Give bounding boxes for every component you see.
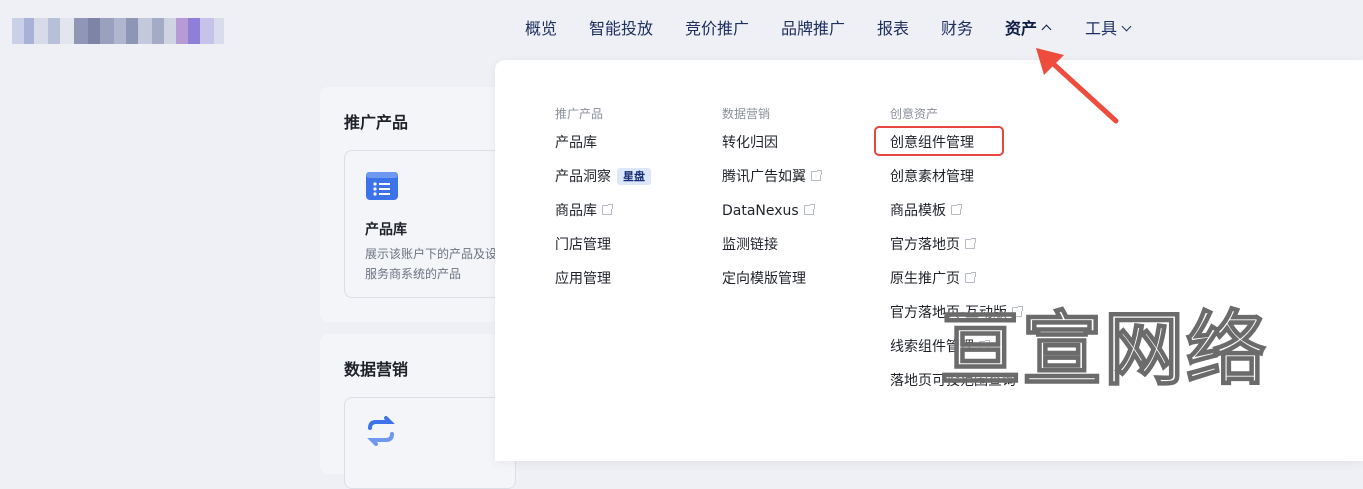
menu-item-commodity-library[interactable]: 商品库 — [555, 202, 613, 220]
menu-item-tencent-ruyi[interactable]: 腾讯广告如翼 — [722, 168, 822, 186]
menu-item-monitor-link[interactable]: 监测链接 — [722, 236, 778, 254]
external-link-icon — [811, 170, 822, 181]
product-library-desc-2: 服务商系统的产品 — [365, 267, 462, 281]
data-marketing-card: 数据营销 — [320, 334, 516, 489]
chevron-up-icon — [1041, 24, 1052, 35]
menu-column-data-marketing: 数据营销 — [722, 106, 770, 122]
nav-smart-delivery[interactable]: 智能投放 — [589, 19, 653, 39]
nav-overview[interactable]: 概览 — [525, 19, 557, 39]
product-library-desc-1: 展示该账户下的产品及设 — [365, 247, 498, 261]
external-link-icon — [803, 204, 815, 215]
sync-arrows-icon — [367, 416, 395, 446]
menu-item-landing-scope-query[interactable]: 落地页可投范围查询 — [890, 372, 1016, 390]
menu-item-creative-material[interactable]: 创意素材管理 — [890, 168, 974, 186]
menu-item-app-management[interactable]: 应用管理 — [555, 270, 611, 288]
data-marketing-tile[interactable] — [344, 397, 516, 489]
top-navigation-bar: 概览 智能投放 竞价推广 品牌推广 报表 财务 资产 工具 — [0, 0, 1363, 58]
menu-item-product-template[interactable]: 商品模板 — [890, 202, 962, 220]
menu-column-creative-assets: 创意资产 — [890, 106, 938, 122]
star-badge: 星盘 — [617, 168, 651, 185]
column-title: 数据营销 — [722, 107, 771, 121]
external-link-icon — [602, 204, 613, 215]
menu-item-store-management[interactable]: 门店管理 — [555, 236, 611, 254]
highlight-box — [874, 126, 1004, 156]
assets-dropdown-menu: 推广产品 产品库 产品洞察 星盘 商品库 门店管理 应用管理 数据营销 转化归因 … — [495, 60, 1363, 461]
external-link-icon — [951, 204, 962, 215]
list-icon — [366, 172, 398, 200]
blurred-logo[interactable] — [12, 18, 238, 44]
nav-assets[interactable]: 资产 — [1005, 19, 1052, 39]
menu-item-conversion-attribution[interactable]: 转化归因 — [722, 134, 778, 152]
nav-reports[interactable]: 报表 — [877, 19, 909, 39]
menu-item-product-library[interactable]: 产品库 — [555, 134, 597, 152]
card-title: 数据营销 — [344, 360, 409, 379]
column-title: 推广产品 — [555, 107, 604, 121]
column-title: 创意资产 — [890, 107, 939, 121]
menu-item-lead-component[interactable]: 线索组件管理 — [890, 338, 990, 356]
product-library-tile[interactable]: 产品库 展示该账户下的产品及设 服务商系统的产品 — [344, 150, 516, 298]
nav-tools[interactable]: 工具 — [1085, 19, 1132, 39]
menu-item-native-promo-page[interactable]: 原生推广页 — [890, 270, 976, 288]
promo-products-card: 推广产品 产品库 展示该账户下的产品及设 服务商系统的产品 — [320, 87, 516, 322]
menu-column-promo-products: 推广产品 — [555, 106, 603, 122]
annotation-arrow-icon — [1036, 48, 1119, 124]
menu-item-datanexus[interactable]: DataNexus — [722, 202, 815, 220]
external-link-icon — [965, 238, 976, 249]
card-title: 推广产品 — [344, 113, 409, 132]
nav-finance[interactable]: 财务 — [941, 19, 973, 39]
menu-item-official-landing[interactable]: 官方落地页 — [890, 236, 976, 254]
external-link-icon — [1012, 306, 1024, 317]
menu-item-product-insight[interactable]: 产品洞察 星盘 — [555, 168, 651, 186]
product-library-title: 产品库 — [365, 222, 407, 238]
menu-item-interactive-landing[interactable]: 官方落地页-互动版 — [890, 304, 1024, 322]
chevron-down-icon — [1121, 21, 1132, 32]
external-link-icon — [965, 272, 976, 283]
menu-item-targeting-template[interactable]: 定向模版管理 — [722, 270, 806, 288]
nav-bidding-promotion[interactable]: 竞价推广 — [685, 19, 749, 39]
external-link-icon — [979, 340, 990, 351]
nav-brand-promotion[interactable]: 品牌推广 — [781, 19, 845, 39]
